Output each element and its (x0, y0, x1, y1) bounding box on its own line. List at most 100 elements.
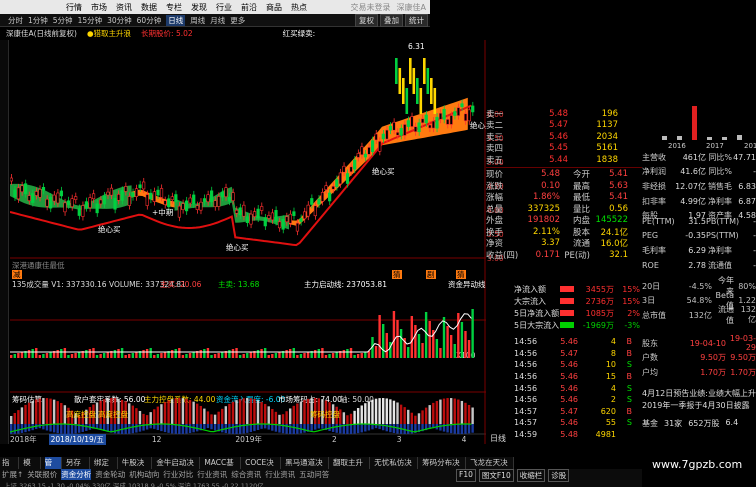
chip-bar-neg (67, 424, 70, 434)
chip-bar (296, 403, 299, 424)
period-4[interactable]: 30分钟 (107, 15, 132, 26)
ext-tab-2[interactable]: 资金分析 (61, 469, 92, 480)
indicator-tab-0[interactable]: 指标 (2, 457, 20, 478)
stat-value: 5.48 (541, 169, 560, 180)
indicator-tab-5[interactable]: 牛股决策 (122, 457, 153, 478)
ext-tab-7[interactable]: 综合资讯 (231, 469, 261, 480)
volume-main-buy: 主买: 20.06 (160, 279, 202, 289)
indicator-tab-10[interactable]: 翻取主升浪 (333, 457, 371, 478)
indicator-tab-1[interactable]: 模板 (23, 457, 41, 478)
chip-bar (52, 399, 56, 424)
tick-list[interactable]: 14:56 5.46 4 B 14:56 5.47 8 B 14:56 5.46 10 S 14:56 5… (514, 336, 642, 440)
chip-bar-neg (349, 424, 353, 434)
chart-button-0[interactable]: 复权 (355, 13, 378, 27)
candle-body (370, 140, 375, 152)
tick-cell: 5.46 (560, 395, 578, 405)
ask-row[interactable]: 卖二 5.47 1137 (486, 120, 642, 131)
f10-button-1[interactable]: 图文F10 (478, 469, 514, 482)
chip-bar (20, 407, 24, 424)
indicator-tab-9[interactable]: 黑马通道决策 (285, 457, 330, 478)
f10-button-0[interactable]: F10 (456, 469, 476, 482)
indicator-name[interactable]: ●猎取主升浪 (87, 28, 131, 40)
period-1[interactable]: 1分钟 (28, 15, 48, 26)
chip-period[interactable]: 日线 (490, 433, 506, 444)
menu-item-2[interactable]: 资讯 (116, 2, 132, 13)
menu-item-8[interactable]: 商品 (266, 2, 282, 13)
ask-row[interactable]: 卖三 5.46 2034 (486, 131, 642, 143)
indicator-tab-3[interactable]: 另存为 (66, 457, 90, 478)
candle-body (378, 140, 382, 152)
indicator-tab-7[interactable]: MACC基本 (204, 457, 242, 478)
volume-bar (349, 348, 353, 358)
notice-line[interactable]: 4月12日预告业绩:业绩大幅上升 (642, 388, 756, 400)
chip-bar-neg (228, 424, 231, 434)
chart-button-2[interactable]: 统计 (405, 13, 428, 27)
ext-tab-6[interactable]: 行业资讯 (197, 469, 227, 480)
f10-button-2[interactable]: 收缩栏 (516, 469, 546, 482)
kline-chart[interactable]: 6.31绝心买绝心买绝心买绝心买+中期深港通康佳最低减猜剧猜135成交量 V1:… (10, 40, 486, 444)
left-toolstrip[interactable] (0, 40, 9, 444)
chip-bar (410, 412, 414, 424)
chip-bar-neg (353, 424, 356, 434)
ext-tab-4[interactable]: 机构动向 (129, 469, 159, 480)
flow-label: 5日大宗流入 (514, 320, 560, 330)
candle-body (181, 203, 185, 210)
menu-item-9[interactable]: 热点 (291, 2, 307, 13)
volume-bar (410, 316, 414, 358)
chip-bar-neg (389, 424, 392, 433)
menu-item-3[interactable]: 数据 (141, 2, 157, 13)
ask-row[interactable]: 卖五 5.44 1838 (486, 154, 642, 166)
period-5[interactable]: 60分钟 (137, 15, 162, 26)
menu-item-6[interactable]: 行业 (216, 2, 232, 13)
candle-body (109, 187, 114, 196)
menu-item-5[interactable]: 发现 (191, 2, 207, 13)
ext-tab-8[interactable]: 行业资讯 (265, 469, 295, 480)
tick-cell: 5.46 (560, 360, 578, 370)
ext-tab-1[interactable]: 关联报价 (27, 469, 57, 480)
period-0[interactable]: 分时 (8, 15, 23, 26)
candle-body (66, 200, 71, 206)
candle-body (142, 181, 146, 190)
period-7[interactable]: 周线 (190, 15, 205, 26)
period-8[interactable]: 月线 (210, 15, 225, 26)
indicator-tab-6[interactable]: 金牛启动决策 (156, 457, 201, 478)
indicator-tab-11[interactable]: 无忧私仿决策 (374, 457, 419, 478)
indicator-tab-2[interactable]: 管理 (44, 457, 62, 478)
fin-year-label: 2018 (744, 142, 756, 150)
notice-line[interactable]: 2019年一季报于4月30日披露 (642, 400, 756, 412)
tick-cell: 2 (610, 395, 616, 405)
menu-item-1[interactable]: 市场 (91, 2, 107, 13)
indicator-tab-8[interactable]: COCE决策 (245, 457, 282, 478)
chart-button-1[interactable]: 叠加 (380, 13, 403, 27)
period-2[interactable]: 5分钟 (53, 15, 73, 26)
menu-item-4[interactable]: 专栏 (166, 2, 182, 13)
chip-bar-neg (471, 424, 474, 433)
chip-bar (260, 401, 263, 424)
candle-body (245, 216, 249, 223)
ext-tab-0[interactable]: 扩展↑ (2, 469, 23, 480)
volume-bar (306, 352, 310, 358)
f10-button-3[interactable]: 诊股 (548, 469, 570, 482)
ask-row[interactable]: 卖一 5.48 196 (486, 108, 642, 120)
menu-right-0[interactable]: 交易未登录 (351, 2, 391, 13)
chip-bar (467, 404, 471, 424)
period-9[interactable]: 更多 (230, 15, 245, 26)
period-3[interactable]: 15分钟 (78, 15, 103, 26)
chip-bar (42, 398, 45, 424)
menu-item-0[interactable]: 行情 (66, 2, 82, 13)
period-6[interactable]: 日线 (166, 14, 186, 26)
menu-item-7[interactable]: 前沿 (241, 2, 257, 13)
candle-body (353, 159, 357, 170)
volume-bar (407, 347, 410, 358)
indicator-tab-4[interactable]: 绑定到 (94, 457, 118, 478)
chip-bar (178, 398, 181, 424)
indicator-tab-13[interactable]: 飞龙在天决策 (470, 457, 514, 478)
menu-right-1[interactable]: 深康佳A (397, 2, 426, 13)
ask-row[interactable]: 卖四 5.45 5161 (486, 143, 642, 154)
indicator-tab-12[interactable]: 筹码分布决策 (422, 457, 467, 478)
ext-tab-5[interactable]: 行业对比 (163, 469, 193, 480)
notice[interactable]: 4月12日预告业绩:业绩大幅上升 2019年一季报于4月30日披露 (642, 388, 756, 412)
ext-tab-3[interactable]: 资金轮动 (95, 469, 125, 480)
ext-tab-9[interactable]: 五动问答 (299, 469, 329, 480)
candle-body (416, 78, 419, 104)
